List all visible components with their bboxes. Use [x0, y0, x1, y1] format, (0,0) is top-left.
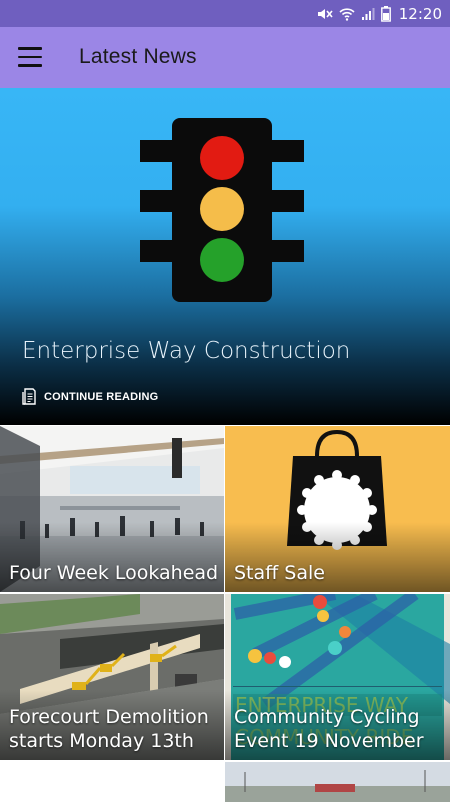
airfield-photo [225, 762, 450, 802]
status-time: 12:20 [398, 4, 442, 23]
hero-title: Enterprise Way Construction [22, 338, 351, 364]
status-bar: 12:20 [0, 0, 450, 27]
battery-icon [380, 5, 391, 22]
tile-title: Community Cycling Event 19 November [234, 705, 424, 753]
traffic-light-icon [140, 118, 304, 302]
tile-next-left[interactable] [0, 762, 224, 802]
continue-reading-label: CONTINUE READING [44, 390, 159, 403]
status-icons: 12:20 [317, 0, 442, 27]
signal-icon [361, 7, 375, 20]
tile-title: Four Week Lookahead [9, 562, 219, 584]
tile-staff-sale[interactable]: Staff Sale [225, 426, 450, 592]
tile-title-line-2: Event 19 November [234, 730, 424, 752]
wifi-icon [339, 7, 355, 21]
continue-reading-button[interactable]: CONTINUE READING [22, 388, 158, 405]
menu-icon[interactable] [18, 47, 42, 67]
app-bar: Latest News [0, 27, 450, 88]
tile-next-right[interactable] [225, 762, 450, 802]
tile-title-line-1: Forecourt Demolition [9, 706, 209, 728]
hero-article-card[interactable]: Enterprise Way Construction CONTINUE REA… [0, 88, 450, 425]
tile-four-week-lookahead[interactable]: Four Week Lookahead [0, 426, 224, 592]
tile-title-line-2: starts Monday 13th [9, 730, 194, 752]
tile-title-line-1: Community Cycling [234, 706, 420, 728]
page-title: Latest News [79, 45, 197, 68]
tile-forecourt-demolition[interactable]: Forecourt Demolition starts Monday 13th [0, 594, 224, 760]
mute-icon [317, 8, 333, 19]
tile-title: Staff Sale [234, 562, 325, 584]
document-icon [22, 388, 36, 405]
tile-community-cycling[interactable]: ENTERPRISE WAY COMMUNITY RIDE Community … [225, 594, 450, 760]
tile-title: Forecourt Demolition starts Monday 13th [9, 705, 209, 753]
